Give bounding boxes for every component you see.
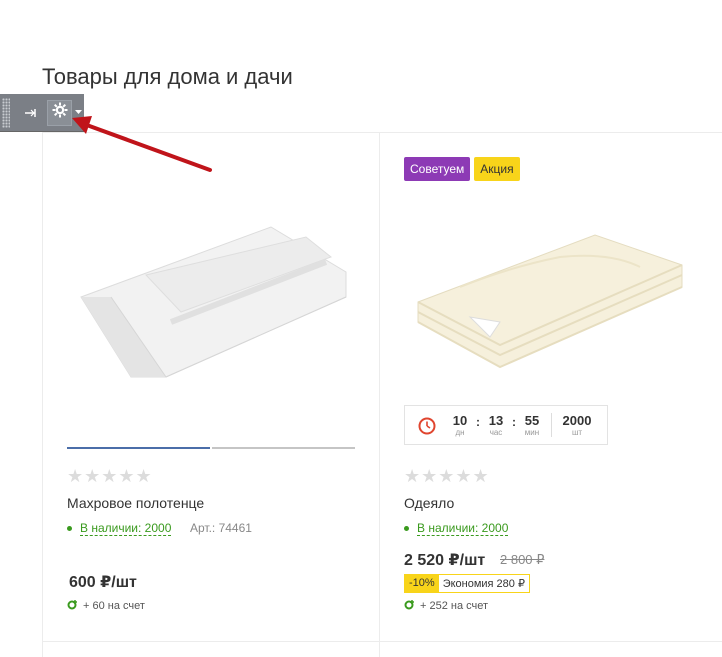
- product-name[interactable]: Одеяло: [404, 495, 454, 511]
- slider-segment-active[interactable]: [67, 447, 210, 449]
- timer-divider: [551, 413, 552, 437]
- product-card[interactable]: ★★★★★ Махровое полотенце В наличии: 2000…: [43, 132, 380, 642]
- bonus-icon: [67, 599, 78, 613]
- timer-quantity-label: шт: [571, 427, 583, 437]
- stock-status[interactable]: В наличии: 2000: [67, 521, 172, 536]
- stock-status[interactable]: В наличии: 2000: [404, 521, 509, 536]
- stock-label: В наличии: 2000: [417, 521, 509, 536]
- bonus-points: + 252 на счет: [404, 599, 488, 613]
- countdown-timer: 10 дн : 13 час : 55 мин 2000 шт: [404, 405, 608, 445]
- timer-minutes-label: мин: [524, 427, 540, 437]
- image-slider[interactable]: [67, 447, 355, 449]
- stock-dot-icon: [67, 526, 72, 531]
- product-price: 2 520 ₽/шт: [404, 552, 486, 569]
- timer-separator: :: [512, 415, 516, 429]
- timer-days-label: дн: [455, 427, 465, 437]
- timer-hours: 13 час: [485, 412, 507, 437]
- product-price: 600 ₽/шт: [69, 574, 137, 591]
- badge-sale: Акция: [474, 157, 520, 181]
- bonus-points: + 60 на счет: [67, 599, 145, 613]
- product-card[interactable]: Советуем Акция 10 дн : 13 час : 55 мин 2…: [380, 132, 722, 642]
- bonus-text: + 60 на счет: [83, 600, 145, 612]
- stock-label: В наличии: 2000: [80, 521, 172, 536]
- article-number: Арт.: 74461: [190, 521, 252, 535]
- badges: Советуем Акция: [404, 157, 520, 181]
- product-name[interactable]: Махровое полотенце: [67, 495, 204, 511]
- bonus-icon: [404, 599, 415, 613]
- clock-icon: [405, 415, 449, 435]
- rating-stars[interactable]: ★★★★★: [67, 466, 153, 487]
- economy-amount: Экономия 280 ₽: [438, 575, 529, 592]
- grip-icon[interactable]: [2, 97, 10, 128]
- timer-quantity: 2000 шт: [558, 412, 596, 437]
- timer-hours-label: час: [489, 427, 503, 437]
- towel-image[interactable]: [71, 217, 351, 387]
- pin-icon[interactable]: [20, 101, 43, 125]
- old-price: 2 800 ₽: [500, 552, 545, 567]
- stock-dot-icon: [404, 526, 409, 531]
- page-title: Товары для дома и дачи: [42, 64, 293, 89]
- discount-badge: -10% Экономия 280 ₽: [404, 574, 530, 593]
- bonus-text: + 252 на счет: [420, 600, 489, 612]
- badge-recommend: Советуем: [404, 157, 471, 181]
- timer-quantity-value: 2000: [562, 412, 592, 428]
- slider-segment[interactable]: [212, 447, 355, 449]
- timer-minutes-value: 55: [524, 412, 540, 428]
- discount-percent: -10%: [405, 575, 439, 592]
- blanket-image[interactable]: [410, 227, 690, 377]
- timer-days: 10 дн: [449, 412, 471, 437]
- timer-minutes: 55 мин: [521, 412, 543, 437]
- rating-stars[interactable]: ★★★★★: [404, 466, 490, 487]
- timer-separator: :: [476, 415, 480, 429]
- timer-days-value: 10: [452, 412, 468, 428]
- timer-hours-value: 13: [488, 412, 504, 428]
